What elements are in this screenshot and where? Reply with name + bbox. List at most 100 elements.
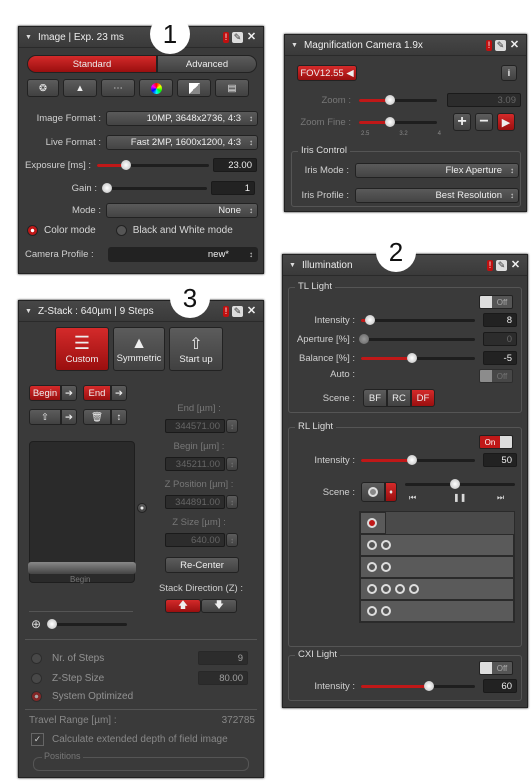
exposure-input[interactable]: 23.00 [213,158,257,172]
zoom-slider[interactable] [359,93,437,107]
rl-intensity-input[interactable]: 50 [483,453,517,467]
led-segment-icon[interactable] [381,540,391,550]
preview-zoom-slider[interactable] [46,617,127,631]
end-stepper-icon[interactable]: ↕ [226,419,238,433]
stage-preview[interactable]: Begin [28,441,136,584]
pin-icon[interactable]: ✎ [232,305,243,317]
gain-slider[interactable] [102,181,207,195]
begin-input[interactable]: 345211.00 [165,457,225,471]
aperture-input[interactable]: 0 [483,332,517,346]
balance-slider[interactable] [361,351,475,365]
led-segment-icon[interactable] [367,518,377,528]
scene-bf-button[interactable]: BF [363,389,387,407]
collapse-triangle-icon[interactable]: ▼ [25,308,32,315]
pause-icon[interactable]: ❚❚ [453,493,466,502]
image-format-select[interactable]: 10MP, 3648x2736, 4:3 [106,111,258,126]
aperture-knob[interactable] [359,334,370,344]
go-arrow-icon[interactable]: ➔ [61,409,77,425]
balance-knob[interactable] [407,353,418,363]
balance-input[interactable]: -5 [483,351,517,365]
stage-center-icon[interactable]: ● [137,503,147,513]
speaker-icon[interactable]: ▶ [497,113,515,131]
led-segment-icon[interactable] [367,540,377,550]
led-row[interactable] [360,556,514,578]
led-row[interactable] [360,600,514,622]
led-row[interactable] [360,578,514,600]
zoom-input[interactable]: 3.09 [447,93,521,107]
rl-intensity-slider[interactable] [361,453,475,467]
histogram-icon[interactable]: ▲ [63,79,97,97]
zoom-plus-button[interactable]: + [453,113,471,131]
zoom-magnifier-icon[interactable]: ⊕ [31,617,41,631]
close-icon[interactable]: ✕ [510,259,521,271]
edof-checkbox[interactable]: ✓ [31,733,44,746]
alert-icon[interactable]: ! [486,39,492,51]
collapse-triangle-icon[interactable]: ▼ [289,262,296,269]
info-icon[interactable]: i [501,65,517,81]
cxi-light-toggle[interactable]: Off [479,661,513,675]
mode-select[interactable]: None [106,203,258,218]
tl-intensity-input[interactable]: 8 [483,313,517,327]
close-icon[interactable]: ✕ [246,31,257,43]
led-segment-icon[interactable] [381,584,391,594]
set-end-button[interactable]: End [83,385,111,401]
skip-forward-icon[interactable]: ⏭ [497,493,504,503]
led-segment-icon[interactable] [367,562,377,572]
zstack-symmetric-button[interactable]: ▲ Symmetric [113,327,165,371]
scene-rc-button[interactable]: RC [387,389,411,407]
recenter-button[interactable]: Re-Center [165,557,239,573]
led-segment-icon[interactable] [367,584,377,594]
alert-icon[interactable]: ! [223,305,229,317]
move-up-icon[interactable]: ⇧ [29,409,61,425]
alert-icon[interactable]: ! [487,259,493,271]
zsize-stepper-icon[interactable]: ↕ [226,533,238,547]
zoom-fine-slider[interactable] [359,115,437,129]
settings-doc-icon[interactable]: ▤ [215,79,249,97]
aperture-slider[interactable] [359,332,475,346]
tl-intensity-slider[interactable] [361,313,475,327]
direction-down-icon[interactable]: 🡇 [201,599,237,613]
bw-mode-radio[interactable] [115,225,127,236]
direction-up-icon[interactable]: 🡅 [165,599,201,613]
begin-arrow-icon[interactable]: ➔ [61,385,77,401]
led-row[interactable] [360,534,514,556]
led-segment-icon[interactable] [381,606,391,616]
grid-icon[interactable]: ⋯ [101,79,135,97]
trash-icon[interactable]: 🗑 [83,409,111,425]
pin-icon[interactable]: ✎ [496,259,507,271]
zoom-fine-slider-knob[interactable] [385,117,396,127]
led-segment-icon[interactable] [395,584,405,594]
cxi-intensity-knob[interactable] [424,681,435,691]
scene-df-button[interactable]: DF [411,389,435,407]
rl-light-toggle[interactable]: On [479,435,513,449]
zstack-custom-button[interactable]: ☰ Custom [55,327,109,371]
gain-input[interactable]: 1 [211,181,255,195]
iris-profile-select[interactable]: Best Resolution [355,188,519,203]
led-segment-icon[interactable] [409,584,419,594]
camera-profile-select[interactable]: new* [108,247,258,262]
tl-light-toggle[interactable]: Off [479,295,513,309]
end-arrow-icon[interactable]: ➔ [111,385,127,401]
nr-steps-input[interactable]: 9 [198,651,248,665]
rl-scene-led-button[interactable] [361,482,385,502]
set-begin-button[interactable]: Begin [29,385,61,401]
zpos-stepper-icon[interactable]: ↕ [226,495,238,509]
rl-scene-dropdown[interactable]: ♦ [385,482,397,502]
cxi-intensity-input[interactable]: 60 [483,679,517,693]
begin-stepper-icon[interactable]: ↕ [226,457,238,471]
aperture-icon[interactable]: ❂ [27,79,59,97]
zstack-startup-button[interactable]: ⇧ Start up [169,327,223,371]
fov-button[interactable]: FOV12.55 ◀ [297,65,357,81]
cxi-intensity-slider[interactable] [361,679,475,693]
zsize-input[interactable]: 640.00 [165,533,225,547]
skip-back-icon[interactable]: ⏮ [409,493,416,503]
exposure-slider-knob[interactable] [121,160,132,170]
rl-scene-knob[interactable] [449,479,460,489]
led-segment-icon[interactable] [381,562,391,572]
iris-mode-select[interactable]: Flex Aperture [355,163,519,178]
stepper-icon[interactable]: ↕ [111,409,127,425]
zoom-slider-knob[interactable] [385,95,396,105]
close-icon[interactable]: ✕ [246,305,257,317]
nr-steps-radio[interactable] [31,652,42,664]
zstep-input[interactable]: 80.00 [198,671,248,685]
